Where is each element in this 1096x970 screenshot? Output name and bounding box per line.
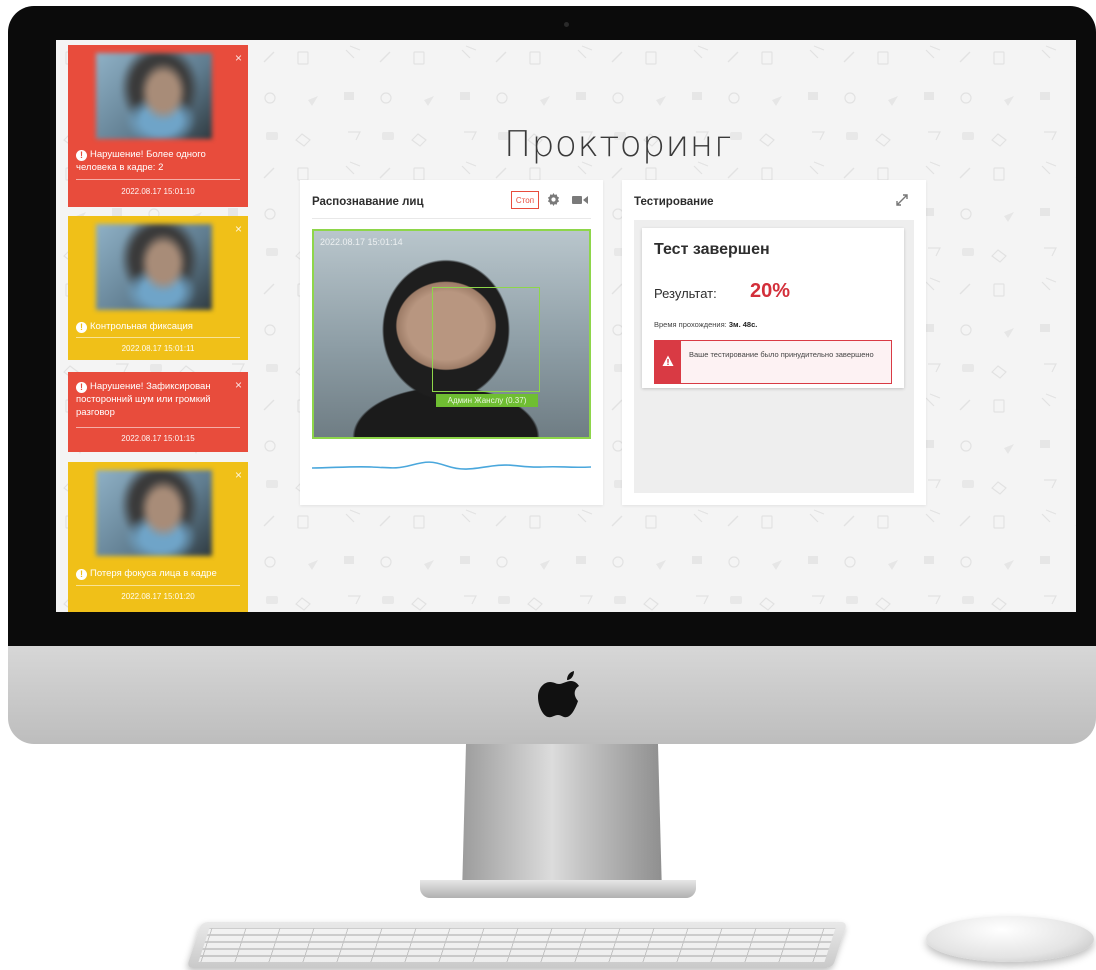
- testing-panel: Тестирование Тест завершен Результат: 20…: [622, 180, 926, 505]
- notification-time: 2022.08.17 15:01:15: [121, 434, 195, 443]
- face-label: Админ Жанслу (0.37): [436, 394, 538, 407]
- alert-circle-icon: !: [76, 382, 87, 393]
- result-value: 20%: [750, 280, 791, 302]
- alert-stripe: [655, 341, 681, 383]
- close-icon[interactable]: ×: [235, 222, 242, 236]
- duration-label: Время прохождения:: [654, 320, 727, 329]
- panel-title: Распознавание лиц: [312, 196, 424, 208]
- stop-button[interactable]: Стоп: [511, 191, 539, 209]
- notification-message: ! Контрольная фиксация: [76, 320, 240, 333]
- close-icon[interactable]: ×: [235, 51, 242, 65]
- audio-waveform: [312, 461, 591, 470]
- notification-message: ! Нарушение! Более одного человека в кадр…: [76, 148, 240, 174]
- duration-line: Время прохождения: 3м. 48с.: [654, 320, 757, 329]
- result-label: Результат:: [654, 286, 717, 301]
- snapshot-thumbnail[interactable]: [96, 470, 212, 556]
- notification-message: ! Нарушение! Зафиксирован посторонний шум…: [76, 380, 226, 419]
- snapshot-thumbnail[interactable]: [96, 224, 212, 310]
- apple-logo-icon: [538, 671, 579, 718]
- notification-text: Нарушение! Зафиксирован посторонний шум …: [76, 381, 211, 418]
- expand-icon[interactable]: [896, 194, 908, 206]
- notification-card: × ! Потеря фокуса лица в кадре 2022.08.17…: [68, 462, 248, 612]
- notification-message: ! Потеря фокуса лица в кадре: [76, 567, 240, 580]
- page-title: Прокторинг: [504, 124, 732, 165]
- close-icon[interactable]: ×: [235, 468, 242, 482]
- test-content-area: Тест завершен Результат: 20% Время прохо…: [634, 220, 914, 493]
- notification-text: Нарушение! Более одного человека в кадре…: [76, 149, 206, 173]
- camera-icon[interactable]: [572, 195, 588, 205]
- termination-alert: Ваше тестирование было принудительно зав…: [654, 340, 892, 384]
- divider: [76, 337, 240, 338]
- result-card: Тест завершен Результат: 20% Время прохо…: [642, 228, 904, 388]
- divider: [76, 585, 240, 586]
- screen: Прокторинг × ! Нарушение! Более одного че…: [56, 40, 1076, 612]
- alert-circle-icon: !: [76, 150, 87, 161]
- notification-text: Потеря фокуса лица в кадре: [90, 568, 217, 579]
- gear-icon[interactable]: [547, 193, 560, 206]
- warning-triangle-icon: [662, 355, 674, 366]
- notification-time: 2022.08.17 15:01:11: [121, 344, 195, 353]
- close-icon[interactable]: ×: [235, 378, 242, 392]
- keyboard: [186, 922, 848, 968]
- monitor-stand-foot: [420, 880, 696, 898]
- duration-value: 3м. 48с.: [728, 320, 758, 329]
- alert-circle-icon: !: [76, 569, 87, 580]
- face-detection-box: [432, 287, 540, 392]
- result-card-title: Тест завершен: [654, 241, 770, 258]
- mouse: [926, 916, 1094, 962]
- alert-text: Ваше тестирование было принудительно зав…: [689, 350, 874, 359]
- webcam-dot: [564, 22, 569, 27]
- notification-card: × ! Нарушение! Более одного человека в ка…: [68, 45, 248, 207]
- alert-circle-icon: !: [76, 322, 87, 333]
- divider: [76, 427, 240, 428]
- divider: [76, 179, 240, 180]
- divider: [312, 218, 591, 219]
- panel-title: Тестирование: [634, 196, 714, 208]
- notification-text: Контрольная фиксация: [90, 321, 193, 332]
- face-recognition-panel: Распознавание лиц Стоп 2022.08.17 15:01:…: [300, 180, 603, 505]
- notification-time: 2022.08.17 15:01:20: [121, 592, 195, 601]
- monitor-stand: [462, 744, 662, 894]
- webcam-video: 2022.08.17 15:01:14 Админ Жанслу (0.37): [312, 229, 591, 439]
- notification-time: 2022.08.17 15:01:10: [121, 187, 195, 196]
- snapshot-thumbnail[interactable]: [96, 53, 212, 139]
- notification-card: × ! Нарушение! Зафиксирован посторонний ш…: [68, 372, 248, 452]
- video-timestamp: 2022.08.17 15:01:14: [320, 237, 403, 247]
- notification-card: × ! Контрольная фиксация 2022.08.17 15:01…: [68, 216, 248, 360]
